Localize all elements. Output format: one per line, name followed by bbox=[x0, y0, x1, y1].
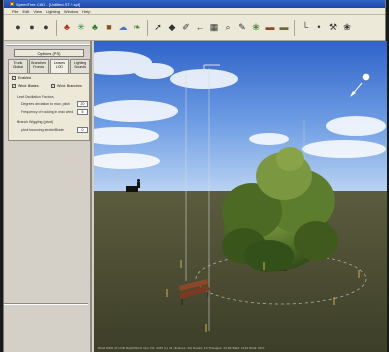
tab-branches-fronds[interactable]: Branches Fronds bbox=[28, 59, 49, 73]
menu-window[interactable]: Window bbox=[64, 9, 78, 14]
wind-branches-checkbox[interactable]: ✓ Wind: Branches bbox=[51, 84, 82, 88]
field-label-deviation: Degrees deviation to max, pitch bbox=[21, 102, 71, 106]
toolbar-separator bbox=[147, 19, 148, 36]
new-file-icon[interactable]: ● bbox=[12, 22, 24, 34]
field-label-frequency: Frequency of rocking in max wind bbox=[21, 110, 74, 114]
tab-trunk-global[interactable]: Trunk Global bbox=[8, 59, 28, 73]
axis-icon[interactable]: └ bbox=[299, 22, 311, 34]
checkbox-box: ✓ bbox=[12, 83, 16, 88]
enabled-checkbox[interactable]: ✓ Enabled bbox=[12, 76, 31, 80]
zoom-icon[interactable]: ⌕ bbox=[222, 22, 234, 34]
move-tool-icon[interactable]: ◆ bbox=[166, 22, 178, 34]
menu-bar: File Edit View Lighting Window Help bbox=[4, 8, 385, 15]
tab-content: ✓ Enabled ✓ Wind: Blades ✓ Wind: Branche… bbox=[8, 73, 90, 141]
grid-icon[interactable]: ▦ bbox=[208, 22, 220, 34]
brush-tool-icon[interactable]: ✐ bbox=[180, 22, 192, 34]
main-toolbar: ● ● ● ♣ ✳ ♣ ■ ☁ ❧ ➚ ◆ ✐ ← ▦ ⌕ ✎ ❀ ▬ ▬ └ • ⚒ ❀ bbox=[4, 15, 385, 41]
open-file-icon[interactable]: ● bbox=[26, 22, 38, 34]
deviation-input[interactable]: 20 bbox=[77, 101, 88, 107]
app-icon bbox=[10, 2, 14, 6]
options-button[interactable]: Options (PS) bbox=[14, 49, 84, 57]
panel-grip[interactable] bbox=[6, 44, 90, 46]
scene-render bbox=[94, 41, 387, 352]
title-bar[interactable]: SpeedTree CAD - [Untitled-ST-*.spt] bbox=[4, 0, 385, 8]
select-tool-icon[interactable]: ➚ bbox=[152, 22, 164, 34]
help-icon[interactable]: ❀ bbox=[341, 22, 353, 34]
panel-splitter[interactable] bbox=[4, 303, 88, 305]
wrench-icon[interactable]: ⚒ bbox=[327, 22, 339, 34]
checkbox-box: ✓ bbox=[12, 75, 16, 80]
branch-wiggling-heading: Branch Wiggling (pivot) bbox=[17, 120, 54, 124]
texture-icon[interactable]: ■ bbox=[103, 22, 115, 34]
menu-view[interactable]: View bbox=[33, 9, 42, 14]
wind-icon[interactable]: ☁ bbox=[117, 22, 129, 34]
property-tabs: Trunk Global Branches Fronds Leaves LOD Lig… bbox=[8, 59, 90, 73]
forest-icon[interactable]: ♣ bbox=[89, 22, 101, 34]
ground-icon[interactable]: ▬ bbox=[278, 22, 290, 34]
light-icon[interactable]: • bbox=[313, 22, 325, 34]
app-window: SpeedTree CAD - [Untitled-ST-*.spt] File… bbox=[3, 0, 387, 352]
bench-icon[interactable]: ▬ bbox=[264, 22, 276, 34]
save-file-icon[interactable]: ● bbox=[40, 22, 52, 34]
tree-object-icon[interactable]: ♣ bbox=[61, 22, 73, 34]
menu-lighting[interactable]: Lighting bbox=[46, 9, 60, 14]
wind-blades-checkbox[interactable]: ✓ Wind: Blades bbox=[12, 84, 39, 88]
tab-leaves-lod[interactable]: Leaves LOD bbox=[49, 59, 70, 73]
pencil-icon[interactable]: ✎ bbox=[236, 22, 248, 34]
toolbar-separator bbox=[56, 19, 57, 36]
checkbox-box: ✓ bbox=[51, 83, 55, 88]
properties-panel: Options (PS) Trunk Global Branches Fronds … bbox=[4, 41, 92, 352]
leaf-tool-icon[interactable]: ❧ bbox=[131, 22, 143, 34]
menu-edit[interactable]: Edit bbox=[22, 9, 29, 14]
leaf-oscillation-heading: Leaf Oscillation Factors bbox=[17, 95, 54, 99]
branch-tool-icon[interactable]: ← bbox=[194, 22, 206, 34]
window-title: SpeedTree CAD - [Untitled-ST-*.spt] bbox=[16, 1, 81, 7]
tab-lighting-sounds[interactable]: Lighting Sounds bbox=[70, 59, 90, 73]
frequency-input[interactable]: 5 bbox=[77, 109, 88, 115]
3d-viewport[interactable] bbox=[94, 41, 387, 352]
toolbar-separator bbox=[294, 19, 295, 36]
menu-file[interactable]: File bbox=[12, 9, 18, 14]
leaf-brush-icon[interactable]: ✳ bbox=[75, 22, 87, 34]
pivot-input[interactable]: 0 bbox=[77, 127, 88, 133]
field-label-pivot: pivot bouncing stroke/Blade bbox=[21, 128, 64, 132]
flora-icon[interactable]: ❀ bbox=[250, 22, 262, 34]
status-readout: Wind MPH 47 LOD Right/Wind: Fps Vtx: 345… bbox=[98, 346, 265, 350]
menu-help[interactable]: Help bbox=[82, 9, 90, 14]
